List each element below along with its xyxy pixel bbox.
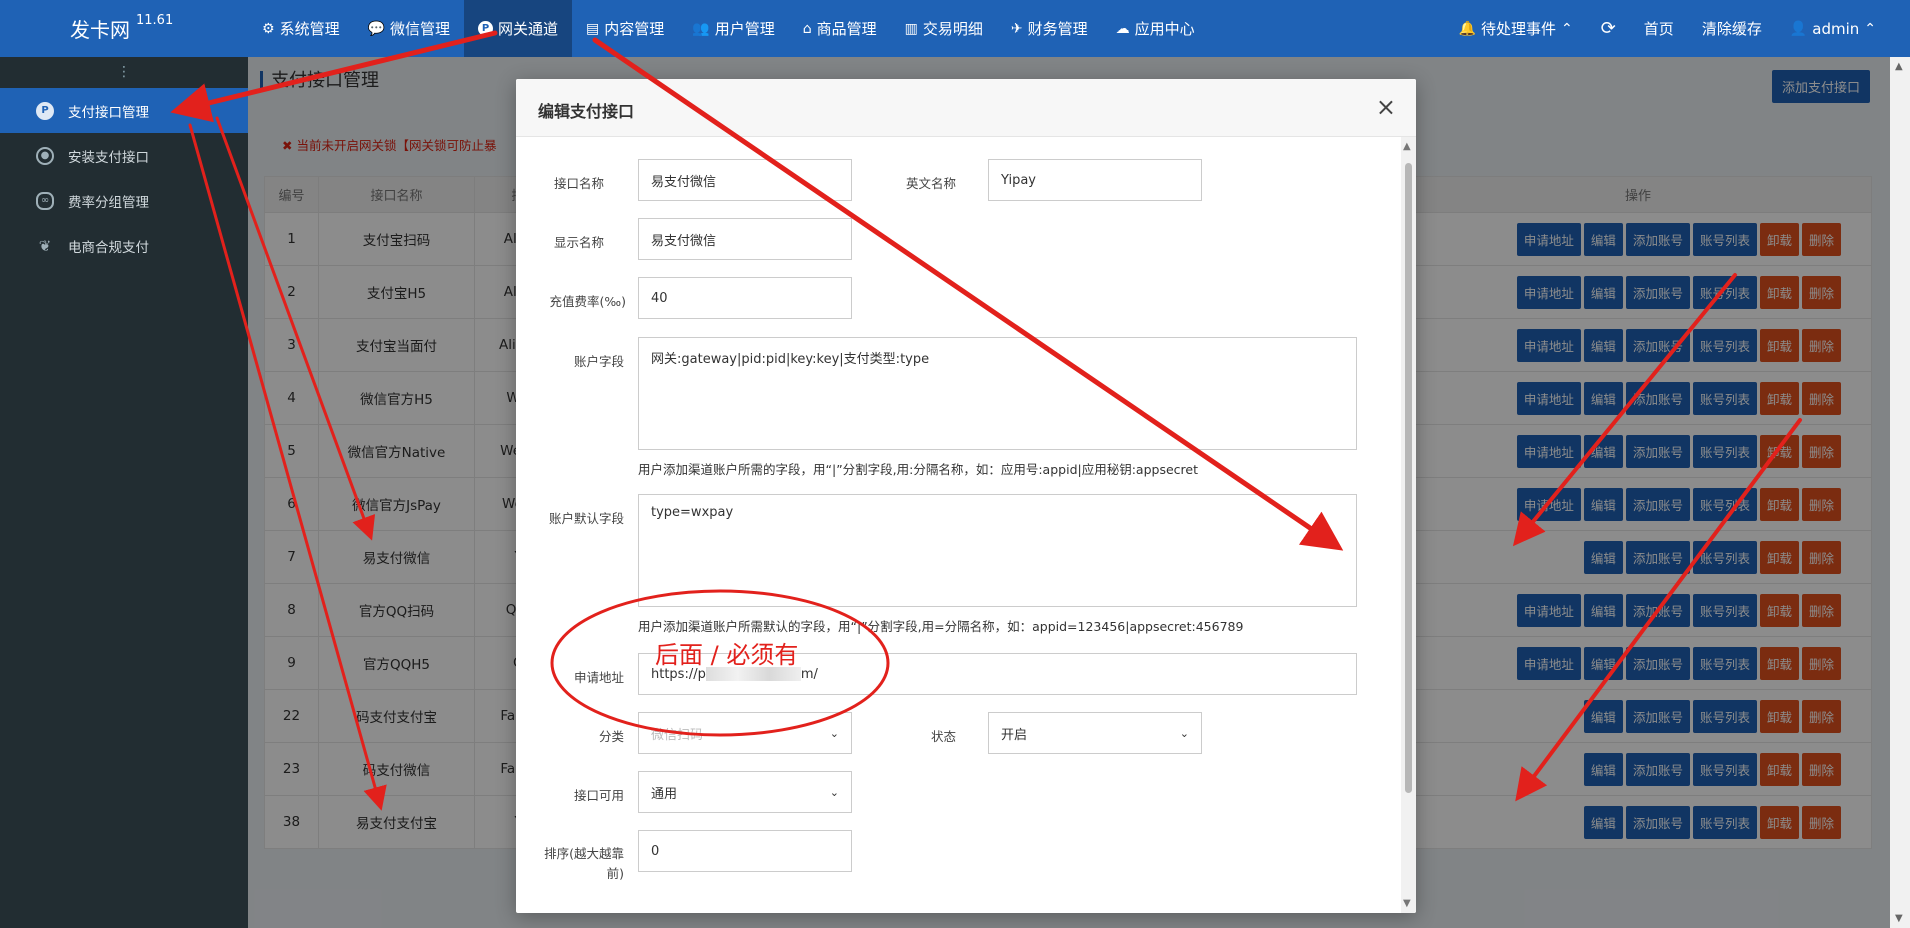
user-menu[interactable]: 👤 admin ⌃ bbox=[1776, 0, 1890, 57]
home-link[interactable]: 首页 bbox=[1630, 0, 1688, 57]
clear-cache-link[interactable]: 清除缓存 bbox=[1688, 0, 1776, 57]
scroll-up-icon[interactable]: ▲ bbox=[1403, 141, 1411, 152]
scroll-down-icon[interactable]: ▼ bbox=[1895, 913, 1903, 924]
sort-input[interactable]: 0 bbox=[638, 830, 852, 872]
default-fields-label: 账户默认字段 bbox=[548, 511, 624, 526]
scroll-up-icon[interactable]: ▲ bbox=[1895, 61, 1903, 72]
leaf-icon: ❦ bbox=[38, 236, 52, 255]
gear-icon: ⚙ bbox=[262, 20, 275, 37]
account-fields-label: 账户字段 bbox=[573, 354, 624, 369]
shop-icon: ⌂ bbox=[802, 20, 812, 37]
chevron-up-icon: ⌃ bbox=[1560, 20, 1573, 37]
display-name-label: 显示名称 bbox=[553, 235, 604, 250]
rate-label: 充值费率(‰) bbox=[549, 294, 626, 309]
modal-body: 接口名称 易支付微信 英文名称 Yipay 显示名称 易支付微信 充值费率(‰)… bbox=[516, 137, 1401, 913]
top-navbar: 发卡网 11.61 ⚙ 系统管理 💬 微信管理 P 网关通道 ▤ 内容管理 👥 用户管理 … bbox=[0, 0, 1910, 57]
nav-gateway[interactable]: P 网关通道 bbox=[464, 0, 573, 57]
sidebar: ⋮ P 支付接口管理 ● 安装支付接口 ∞ 费率分组管理 ❦ 电商合规支付 bbox=[0, 57, 248, 928]
nav-users[interactable]: 👥 用户管理 bbox=[678, 0, 788, 57]
bell-icon: 🔔 bbox=[1458, 20, 1476, 37]
sidebar-item-payment-api[interactable]: P 支付接口管理 bbox=[0, 88, 248, 133]
payment-icon: P bbox=[36, 101, 54, 120]
category-select[interactable]: 微信扫码 ⌄ bbox=[638, 712, 852, 754]
apply-url-label: 申请地址 bbox=[573, 670, 624, 685]
nav-finance[interactable]: ✈ 财务管理 bbox=[997, 0, 1102, 57]
edit-payment-api-modal: 编辑支付接口 × 接口名称 易支付微信 英文名称 Yipay 显示名称 易支付微… bbox=[516, 79, 1416, 913]
status-label: 状态 bbox=[930, 729, 956, 744]
scroll-down-icon[interactable]: ▼ bbox=[1403, 898, 1411, 909]
en-name-label: 英文名称 bbox=[905, 176, 956, 191]
account-fields-textarea[interactable]: 网关:gateway|pid:pid|key:key|支付类型:type bbox=[638, 337, 1357, 450]
document-icon: ▤ bbox=[586, 20, 600, 37]
chevron-up-icon: ⌃ bbox=[1864, 20, 1876, 37]
nav-system[interactable]: ⚙ 系统管理 bbox=[248, 0, 354, 57]
brand-version: 11.61 bbox=[136, 13, 174, 28]
default-fields-textarea[interactable]: type=wxpay bbox=[638, 494, 1357, 607]
finance-icon: ✈ bbox=[1010, 20, 1023, 37]
modal-title: 编辑支付接口 bbox=[538, 102, 635, 121]
default-fields-hint: 用户添加渠道账户所需默认的字段，用“|”分割字段,用=分隔名称，如：appid=… bbox=[638, 619, 1244, 634]
main-nav: ⚙ 系统管理 💬 微信管理 P 网关通道 ▤ 内容管理 👥 用户管理 ⌂ 商品管理 ▥ 交易明… bbox=[248, 0, 1209, 57]
category-label: 分类 bbox=[598, 729, 624, 744]
name-input[interactable]: 易支付微信 bbox=[638, 159, 852, 201]
brand[interactable]: 发卡网 11.61 bbox=[0, 0, 248, 57]
name-label: 接口名称 bbox=[553, 176, 604, 191]
refresh-icon: ⟳ bbox=[1600, 18, 1616, 39]
pending-events[interactable]: 🔔 待处理事件 ⌃ bbox=[1445, 0, 1587, 57]
status-select[interactable]: 开启 ⌄ bbox=[988, 712, 1202, 754]
refresh-button[interactable]: ⟳ bbox=[1587, 0, 1630, 57]
soccer-icon: ● bbox=[36, 146, 54, 165]
modal-scrollbar[interactable]: ▲ ▼ bbox=[1401, 137, 1416, 913]
nav-apps[interactable]: ☁ 应用中心 bbox=[1102, 0, 1209, 57]
cloud-icon: ☁ bbox=[1115, 20, 1130, 37]
users-icon: 👥 bbox=[692, 20, 710, 37]
display-name-input[interactable]: 易支付微信 bbox=[638, 218, 852, 260]
annotation-text: 后面 / 必须有 bbox=[655, 641, 799, 669]
bar-chart-icon: ▥ bbox=[904, 20, 918, 37]
sidebar-item-ecommerce[interactable]: ❦ 电商合规支付 bbox=[0, 223, 248, 268]
nav-wechat[interactable]: 💬 微信管理 bbox=[354, 0, 464, 57]
link-icon: ∞ bbox=[36, 191, 54, 210]
wechat-icon: 💬 bbox=[367, 20, 386, 37]
chevron-down-icon: ⌄ bbox=[829, 785, 839, 799]
account-fields-hint: 用户添加渠道账户所需的字段，用“|”分割字段,用:分隔名称，如：应用号:appi… bbox=[638, 462, 1198, 477]
gateway-icon: P bbox=[478, 21, 494, 36]
sidebar-item-install-api[interactable]: ● 安装支付接口 bbox=[0, 133, 248, 178]
usable-label: 接口可用 bbox=[573, 788, 624, 803]
nav-goods[interactable]: ⌂ 商品管理 bbox=[789, 0, 891, 57]
nav-trade[interactable]: ▥ 交易明细 bbox=[891, 0, 997, 57]
rate-input[interactable]: 40 bbox=[638, 277, 852, 319]
modal-scroll-thumb[interactable] bbox=[1405, 163, 1412, 793]
en-name-input[interactable]: Yipay bbox=[988, 159, 1202, 201]
page-scrollbar[interactable]: ▲ ▼ bbox=[1890, 57, 1910, 928]
brand-name: 发卡网 bbox=[70, 18, 130, 42]
usable-select[interactable]: 通用 ⌄ bbox=[638, 771, 852, 813]
modal-header: 编辑支付接口 × bbox=[516, 79, 1416, 137]
sort-label: 排序(越大越靠 前) bbox=[544, 846, 624, 881]
close-icon[interactable]: × bbox=[1376, 93, 1396, 121]
user-icon: 👤 bbox=[1789, 20, 1808, 37]
sidebar-toggle[interactable]: ⋮ bbox=[0, 57, 248, 88]
nav-right: 🔔 待处理事件 ⌃ ⟳ 首页 清除缓存 👤 admin ⌃ bbox=[1445, 0, 1910, 57]
sidebar-item-rate-groups[interactable]: ∞ 费率分组管理 bbox=[0, 178, 248, 223]
chevron-down-icon: ⌄ bbox=[829, 726, 839, 740]
chevron-down-icon: ⌄ bbox=[1179, 726, 1189, 740]
nav-content[interactable]: ▤ 内容管理 bbox=[572, 0, 678, 57]
